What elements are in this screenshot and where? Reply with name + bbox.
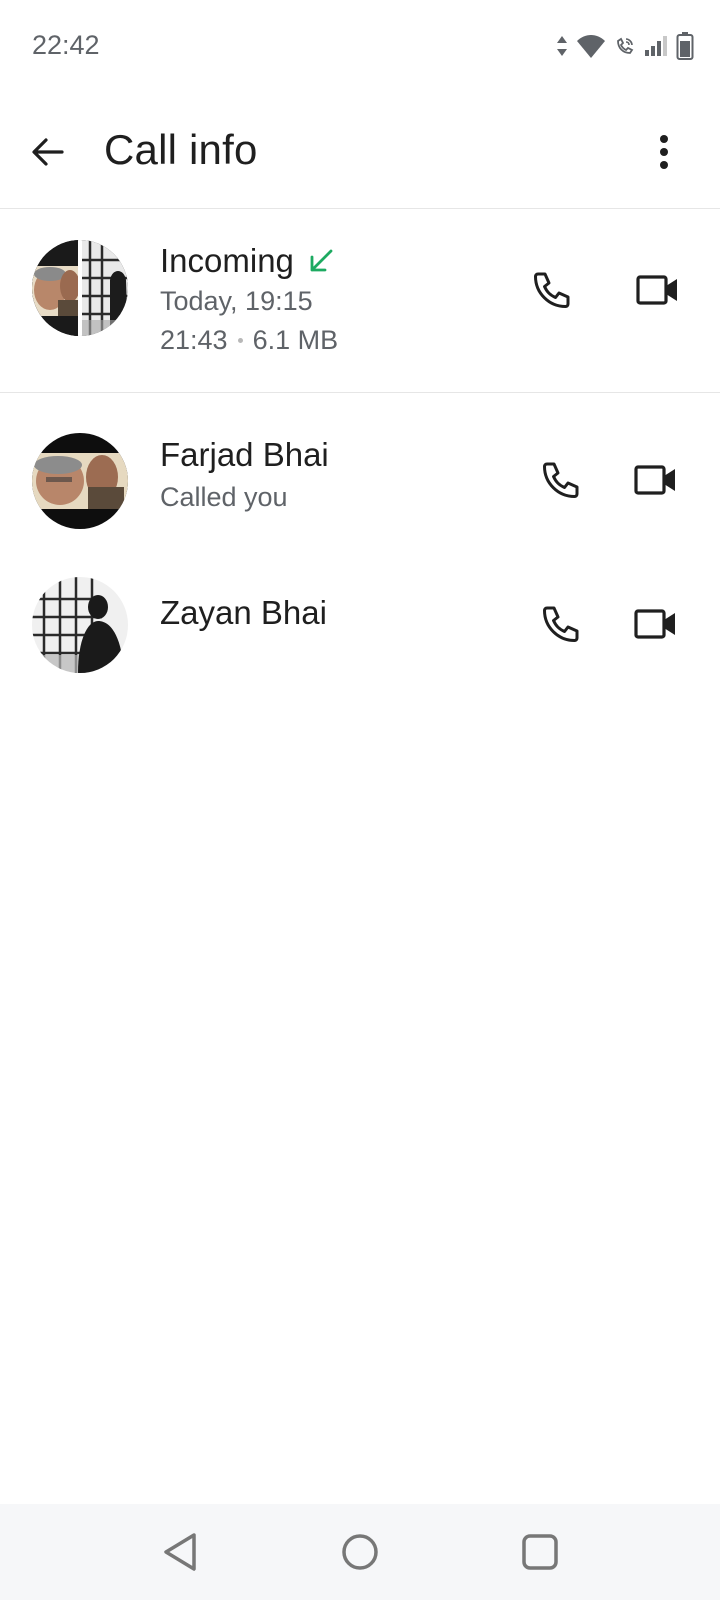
more-options-button[interactable] (638, 126, 690, 178)
video-camera-icon (634, 609, 675, 639)
call-summary: Incoming Today, 19:15 21:43 6.1 MB (0, 208, 720, 393)
status-icons (556, 30, 694, 62)
triangle-back-icon (164, 1533, 196, 1571)
voice-call-button[interactable] (533, 452, 589, 508)
back-button[interactable] (22, 126, 74, 178)
participant-row[interactable]: Zayan Bhai (0, 560, 720, 690)
circle-home-icon (342, 1534, 378, 1570)
wifi-icon (576, 33, 606, 59)
nav-back-button[interactable] (154, 1526, 206, 1578)
group-voice-call-button[interactable] (524, 262, 580, 318)
participant-name: Zayan Bhai (160, 594, 327, 631)
participant-status: Called you (160, 482, 288, 512)
phone-icon (534, 272, 570, 308)
video-camera-icon (636, 275, 677, 305)
meta-separator (237, 338, 243, 343)
phone-icon (543, 606, 579, 642)
voice-call-button[interactable] (533, 596, 589, 652)
phone-icon (543, 462, 579, 498)
page-title: Call info (104, 126, 258, 173)
call-data-size: 6.1 MB (252, 325, 339, 355)
participant-name: Farjad Bhai (160, 436, 329, 473)
square-recents-icon (522, 1534, 558, 1570)
status-time: 22:42 (32, 30, 100, 60)
contact-avatar (32, 577, 128, 673)
call-duration: 21:43 (160, 325, 228, 355)
call-date: Today, 19:15 (160, 286, 313, 316)
battery-icon (676, 32, 694, 60)
call-meta: 21:43 6.1 MB (160, 325, 338, 356)
group-avatar (32, 240, 128, 336)
arrow-left-icon (32, 138, 64, 166)
wifi-calling-icon (614, 35, 636, 57)
navigation-bar (0, 1504, 720, 1600)
nav-recents-button[interactable] (514, 1526, 566, 1578)
data-arrows-icon (556, 34, 568, 58)
signal-icon (644, 35, 668, 57)
status-bar: 22:42 (0, 0, 720, 96)
video-call-button[interactable] (628, 596, 684, 652)
video-camera-icon (634, 465, 675, 495)
call-summary-details: Incoming Today, 19:15 21:43 6.1 MB (160, 242, 338, 356)
group-video-call-button[interactable] (630, 262, 686, 318)
incoming-arrow-icon (310, 249, 333, 272)
more-vertical-icon (660, 135, 668, 169)
app-bar: Call info (0, 96, 720, 209)
nav-home-button[interactable] (334, 1526, 386, 1578)
participant-row[interactable]: Farjad Bhai Called you (0, 416, 720, 546)
contact-avatar (32, 433, 128, 529)
call-direction-label: Incoming (160, 242, 294, 279)
video-call-button[interactable] (628, 452, 684, 508)
